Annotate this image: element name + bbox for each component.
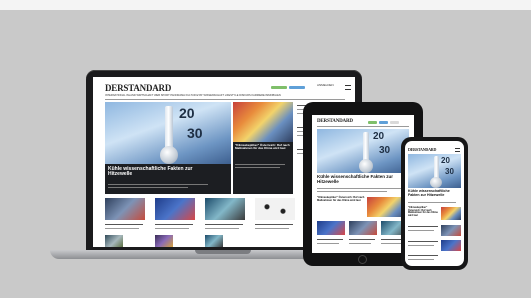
article-thumbnail[interactable] xyxy=(105,198,145,220)
text-placeholder xyxy=(408,230,434,231)
scale-mark: 30 xyxy=(379,145,391,156)
hero-title[interactable]: Kühle wissenschaftliche Fakten zur Hitze… xyxy=(317,174,407,185)
article-thumbnail[interactable] xyxy=(205,235,223,247)
thermometer-bulb xyxy=(359,159,373,173)
text-placeholder xyxy=(205,228,239,229)
article-thumbnail[interactable] xyxy=(155,198,195,220)
phone: DERSTANDARD 20 30 Kühle wissenschaftlich… xyxy=(401,137,468,270)
nav-item[interactable]: ETAT xyxy=(197,94,203,97)
site-logo[interactable]: DERSTANDARD xyxy=(105,83,171,93)
text-placeholder xyxy=(105,224,143,225)
nav-item[interactable]: DISKURS xyxy=(239,94,251,97)
section-nav: INTERNATIONAL INLAND WIRTSCHAFT WEB SPOR… xyxy=(105,94,345,97)
home-button[interactable] xyxy=(358,255,367,264)
nav-item[interactable]: KULTUR xyxy=(186,94,196,97)
tablet-screen: DERSTANDARD 20 30 Kühle wissenschaftlich… xyxy=(312,115,414,253)
side-story-title[interactable]: "Klimaskeptiker" Österreich: Ruf nach Ma… xyxy=(408,206,438,218)
nav-item[interactable]: WISSENSCHAFT xyxy=(203,94,224,97)
header-tools xyxy=(271,86,305,89)
tool-pill[interactable] xyxy=(379,121,388,124)
tool-pill[interactable] xyxy=(289,86,305,89)
article-thumbnail[interactable] xyxy=(441,240,461,251)
site-logo[interactable]: DERSTANDARD xyxy=(408,147,436,152)
article-thumbnail[interactable] xyxy=(105,235,123,247)
menu-icon[interactable] xyxy=(455,148,460,152)
hero-image[interactable]: 20 30 xyxy=(317,129,409,173)
phone-notch xyxy=(418,137,443,141)
scale-mark: 20 xyxy=(373,131,385,142)
text-placeholder xyxy=(408,255,438,256)
hero-caption-panel[interactable]: Kühle wissenschaftliche Fakten zur Hitze… xyxy=(105,164,231,194)
text-placeholder xyxy=(108,184,208,185)
side-story-panel[interactable]: "Klimaskeptiker" Österreich: Ruf nach Ma… xyxy=(233,142,293,194)
text-placeholder xyxy=(408,202,456,203)
divider xyxy=(317,126,409,127)
article-thumbnail[interactable] xyxy=(317,221,345,235)
nav-item[interactable]: INTERNATIONAL xyxy=(105,94,125,97)
article-thumbnail[interactable] xyxy=(155,235,173,247)
text-placeholder xyxy=(235,164,285,165)
text-placeholder xyxy=(108,187,188,188)
device-mockup-scene: DERSTANDARD ANMELDEN INTERNATIONAL INLAN… xyxy=(0,10,531,298)
text-placeholder xyxy=(155,224,193,225)
nav-item[interactable]: WIRTSCHAFT xyxy=(136,94,153,97)
side-story-image[interactable] xyxy=(441,207,461,220)
nav-item[interactable]: KARRIERE xyxy=(251,94,264,97)
site-logo[interactable]: DERSTANDARD xyxy=(317,119,353,124)
nav-item[interactable]: PANORAMA xyxy=(170,94,185,97)
side-story-title[interactable]: "Klimaskeptiker" Österreich: Ruf nach Ma… xyxy=(235,143,291,151)
text-placeholder xyxy=(317,188,403,189)
nav-item[interactable]: INLAND xyxy=(126,94,136,97)
text-placeholder xyxy=(317,243,339,244)
nav-item[interactable]: SPORT xyxy=(161,94,170,97)
scale-mark: 30 xyxy=(445,167,454,176)
article-thumbnail[interactable] xyxy=(349,221,377,235)
text-placeholder xyxy=(205,224,243,225)
side-story-title[interactable]: "Klimaskeptiker" Österreich: Ruf nach Ma… xyxy=(317,196,365,203)
nav-item[interactable]: IMMOBILIEN xyxy=(265,94,280,97)
top-strip xyxy=(0,0,531,10)
text-placeholder xyxy=(235,167,280,168)
text-placeholder xyxy=(317,239,343,240)
thermometer-bulb xyxy=(430,177,442,188)
text-placeholder xyxy=(408,245,434,246)
tool-pill[interactable] xyxy=(271,86,287,89)
hero-title[interactable]: Kühle wissenschaftliche Fakten zur Hitze… xyxy=(108,166,218,178)
text-placeholder xyxy=(349,239,375,240)
text-placeholder xyxy=(155,228,189,229)
text-placeholder xyxy=(408,259,434,260)
nav-item[interactable]: LIFESTYLE xyxy=(225,94,239,97)
text-placeholder xyxy=(255,228,289,229)
text-placeholder xyxy=(255,224,293,225)
nav-item[interactable]: WEB xyxy=(154,94,160,97)
text-placeholder xyxy=(105,228,139,229)
divider xyxy=(105,99,345,100)
tool-pill[interactable] xyxy=(390,121,399,124)
text-placeholder xyxy=(408,241,438,242)
side-story-image[interactable] xyxy=(233,102,293,142)
scale-mark: 20 xyxy=(441,156,450,165)
article-thumbnail[interactable] xyxy=(255,198,295,220)
laptop-notch xyxy=(195,250,251,254)
thermometer-bulb xyxy=(160,146,178,164)
article-thumbnail[interactable] xyxy=(205,198,245,220)
text-placeholder xyxy=(317,191,387,192)
text-placeholder xyxy=(408,226,438,227)
scale-mark: 20 xyxy=(179,105,195,121)
menu-icon[interactable] xyxy=(345,85,351,90)
text-placeholder xyxy=(381,243,403,244)
tool-pill[interactable] xyxy=(368,121,377,124)
hero-image[interactable]: 20 30 xyxy=(408,154,461,188)
article-thumbnail[interactable] xyxy=(441,225,461,236)
hero-image[interactable]: 20 30 xyxy=(105,102,231,164)
text-placeholder xyxy=(349,243,371,244)
phone-screen: DERSTANDARD 20 30 Kühle wissenschaftlich… xyxy=(405,141,464,266)
header-tools xyxy=(368,121,399,124)
hero-title[interactable]: Kühle wissenschaftliche Fakten zur Hitze… xyxy=(408,189,461,198)
scale-mark: 30 xyxy=(187,125,203,141)
login-link[interactable]: ANMELDEN xyxy=(317,83,334,87)
